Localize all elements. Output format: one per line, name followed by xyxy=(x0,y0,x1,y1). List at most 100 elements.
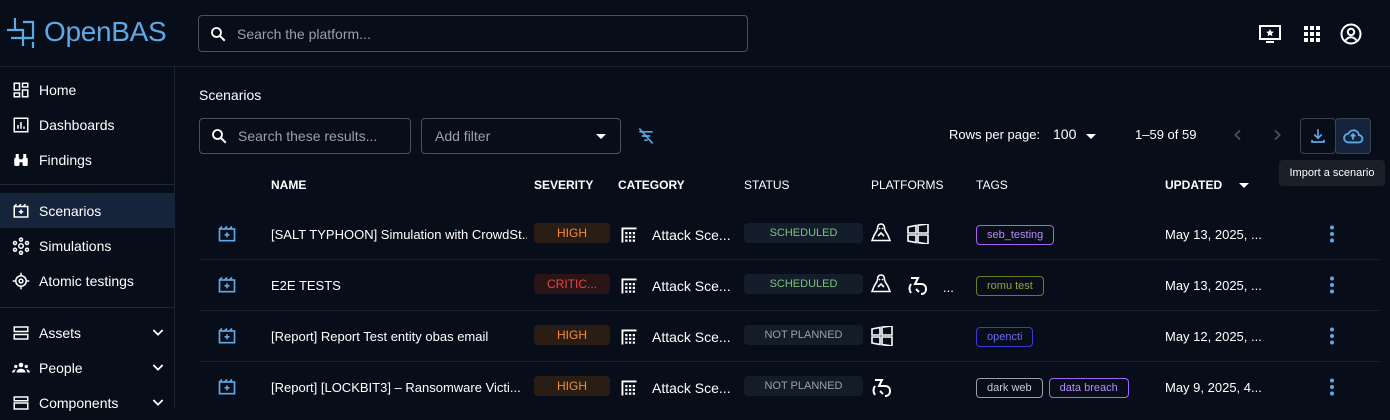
sidebar-item-assets[interactable]: Assets xyxy=(0,315,174,350)
caret-down-icon[interactable] xyxy=(1086,134,1096,139)
platform-search-input[interactable]: Search the platform... xyxy=(198,15,748,52)
chart-icon xyxy=(12,116,30,134)
logo[interactable]: OpenBAS xyxy=(5,14,167,50)
account-icon[interactable] xyxy=(1339,22,1363,46)
sidebar-item-scenarios[interactable]: Scenarios xyxy=(0,193,174,228)
tag-badge[interactable]: opencti xyxy=(976,327,1034,347)
column-header-name[interactable]: NAME xyxy=(271,178,306,192)
import-scenario-button[interactable] xyxy=(1335,118,1371,154)
results-search-input[interactable]: Search these results... xyxy=(199,118,411,154)
windows-icon xyxy=(871,326,893,346)
category-label: Attack Sce... xyxy=(652,328,731,345)
sidebar-item-label: Findings xyxy=(39,151,92,168)
sidebar-item-home[interactable]: Home xyxy=(0,72,174,107)
column-header-category[interactable]: CATEGORY xyxy=(618,178,685,192)
rows-per-page-label: Rows per page: xyxy=(949,127,1041,142)
column-header-platforms[interactable]: PLATFORMS xyxy=(871,178,943,192)
windows-icon xyxy=(907,224,929,244)
chevron-left-icon[interactable] xyxy=(1230,127,1246,143)
page-title: Scenarios xyxy=(199,87,262,103)
severity-badge: HIGH xyxy=(534,223,610,243)
download-icon xyxy=(1311,129,1325,143)
movie-filter-icon xyxy=(218,327,236,344)
main-content: Scenarios Search these results... Add fi… xyxy=(175,67,1390,409)
sidebar-item-dashboards[interactable]: Dashboards xyxy=(0,107,174,142)
tags-list: seb_testing xyxy=(976,225,1055,245)
sidebar-item-components[interactable]: Components xyxy=(0,385,174,420)
dashboard-grid-icon xyxy=(12,81,30,99)
category-icon xyxy=(621,278,637,294)
sidebar-item-label: Assets xyxy=(39,324,82,341)
cloud-upload-icon xyxy=(1343,129,1364,144)
table-row[interactable]: [SALT TYPHOON] Simulation with CrowdSt..… xyxy=(199,209,1379,260)
sidebar-item-label: Atomic testings xyxy=(39,272,134,289)
openbas-logo-icon xyxy=(7,18,35,48)
brand-name: OpenBAS xyxy=(44,16,167,47)
linux-icon xyxy=(871,274,891,293)
table-row[interactable]: [Report] [LOCKBIT3] – Ransomware Victi..… xyxy=(199,362,1379,413)
macos-icon xyxy=(872,379,892,397)
apps-grid-icon[interactable] xyxy=(1300,22,1324,46)
movie-filter-icon xyxy=(218,276,236,293)
chevron-right-icon[interactable] xyxy=(1269,127,1285,143)
tags-list: dark web data breach xyxy=(976,378,1129,398)
severity-badge: HIGH xyxy=(534,325,610,345)
assets-icon xyxy=(12,324,30,342)
tags-list: opencti xyxy=(976,327,1034,347)
table-row[interactable]: [Report] Report Test entity obas email H… xyxy=(199,311,1379,362)
export-button[interactable] xyxy=(1300,118,1336,154)
tag-badge[interactable]: dark web xyxy=(976,378,1043,398)
sidebar-item-label: Simulations xyxy=(39,237,112,254)
column-header-tags[interactable]: TAGS xyxy=(976,178,1008,192)
people-icon xyxy=(12,359,30,377)
scenario-name: [SALT TYPHOON] Simulation with CrowdSt..… xyxy=(271,227,527,242)
search-icon xyxy=(212,129,227,144)
sort-desc-icon[interactable] xyxy=(1239,183,1249,188)
category-icon xyxy=(621,380,637,396)
binoculars-icon xyxy=(12,151,30,169)
column-header-status[interactable]: STATUS xyxy=(744,178,790,192)
category-icon xyxy=(621,329,637,345)
more-vert-icon[interactable] xyxy=(1329,225,1335,243)
sidebar-divider xyxy=(0,184,174,185)
sidebar-item-label: Scenarios xyxy=(39,202,102,219)
sidebar-item-people[interactable]: People xyxy=(0,350,174,385)
scenario-name: [Report] [LOCKBIT3] – Ransomware Victi..… xyxy=(271,380,521,395)
movie-filter-icon xyxy=(218,225,236,242)
clear-filter-icon[interactable] xyxy=(636,126,656,146)
sidebar-item-simulations[interactable]: Simulations xyxy=(0,228,174,263)
screen-star-icon[interactable] xyxy=(1258,22,1282,46)
linux-icon xyxy=(871,223,891,242)
more-vert-icon[interactable] xyxy=(1329,327,1335,345)
tags-list: romu test xyxy=(976,276,1044,296)
movie-filter-icon xyxy=(12,202,30,220)
top-bar: OpenBAS Search the platform... xyxy=(0,0,1390,67)
sidebar-item-findings[interactable]: Findings xyxy=(0,142,174,177)
category-icon xyxy=(621,227,637,243)
chevron-down-icon xyxy=(152,399,164,406)
pagination-range: 1–59 of 59 xyxy=(1135,127,1197,142)
table-row[interactable]: E2E TESTS CRITIC... Attack Sce... SCHEDU… xyxy=(199,260,1379,311)
tag-badge[interactable]: data breach xyxy=(1048,378,1129,398)
tag-badge[interactable]: romu test xyxy=(976,276,1044,296)
tag-badge[interactable]: seb_testing xyxy=(976,225,1055,245)
category-label: Attack Sce... xyxy=(652,379,731,396)
status-badge: SCHEDULED xyxy=(744,223,863,243)
column-header-severity[interactable]: SEVERITY xyxy=(534,178,593,192)
scenario-name: E2E TESTS xyxy=(271,278,341,293)
more-vert-icon[interactable] xyxy=(1329,276,1335,294)
column-header-updated[interactable]: UPDATED xyxy=(1165,178,1222,192)
more-vert-icon[interactable] xyxy=(1329,378,1335,396)
sidebar-item-atomic-testings[interactable]: Atomic testings xyxy=(0,263,174,298)
updated-date: May 9, 2025, 4... xyxy=(1165,380,1262,395)
hub-icon xyxy=(12,236,30,255)
search-placeholder: Search the platform... xyxy=(237,25,371,42)
rows-per-page-select[interactable]: 100 xyxy=(1053,126,1076,142)
sidebar-item-label: People xyxy=(39,359,83,376)
add-filter-select[interactable]: Add filter xyxy=(421,118,621,154)
import-tooltip: Import a scenario xyxy=(1279,160,1385,186)
status-badge: NOT PLANNED xyxy=(744,376,863,396)
status-badge: NOT PLANNED xyxy=(744,325,863,345)
sidebar-item-label: Dashboards xyxy=(39,116,115,133)
category-label: Attack Sce... xyxy=(652,277,731,294)
